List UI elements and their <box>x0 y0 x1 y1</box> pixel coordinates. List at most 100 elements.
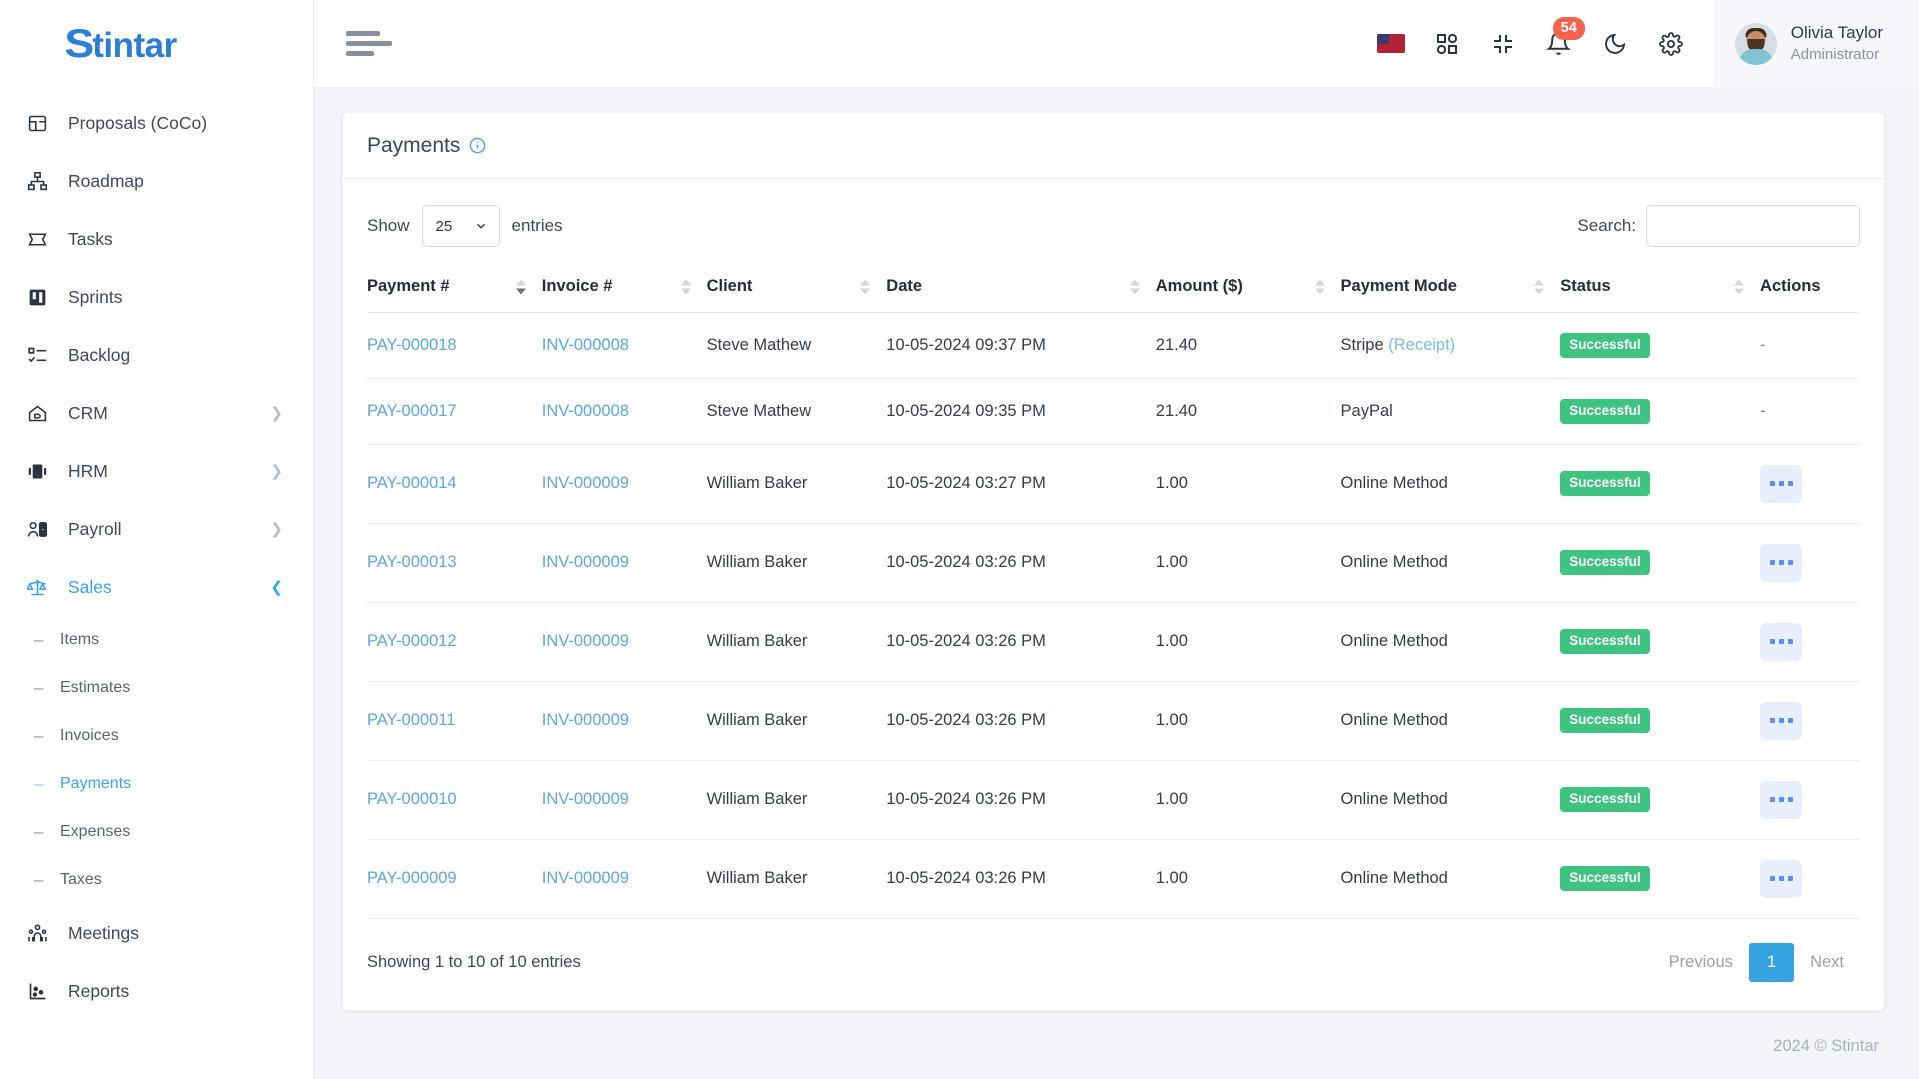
cell-invoice: INV-000009 <box>541 523 707 603</box>
pagination: Previous 1 Next <box>1653 942 1860 982</box>
card-header: Payments <box>343 113 1884 179</box>
column-header-payment-mode[interactable]: Payment Mode <box>1340 261 1561 313</box>
sidebar-item-label: Sprints <box>68 286 123 307</box>
invoice-link[interactable]: INV-000009 <box>542 632 629 650</box>
cell-invoice: INV-000008 <box>541 312 707 379</box>
sort-toggle-payment[interactable] <box>515 279 526 294</box>
proposals-icon <box>22 111 52 135</box>
page-length-control: Show 25 entries <box>367 205 563 247</box>
settings-button[interactable] <box>1643 16 1699 72</box>
sort-toggle-status[interactable] <box>1734 279 1745 294</box>
fullscreen-exit-icon[interactable] <box>1475 16 1531 72</box>
invoice-link[interactable]: INV-000009 <box>542 869 629 887</box>
payment-link[interactable]: PAY-000014 <box>367 474 457 492</box>
sidebar-item-roadmap[interactable]: Roadmap <box>0 152 313 210</box>
row-actions-button[interactable] <box>1760 780 1803 819</box>
sidebar-item-sprints[interactable]: Sprints <box>0 268 313 326</box>
sort-toggle-amount[interactable] <box>1314 279 1325 294</box>
invoice-link[interactable]: INV-000009 <box>542 474 629 492</box>
pagination-page-1[interactable]: 1 <box>1748 942 1795 982</box>
info-circle-icon[interactable] <box>469 137 486 154</box>
payment-link[interactable]: PAY-000017 <box>367 402 457 420</box>
brand-logo[interactable]: Stintar <box>0 0 313 88</box>
theme-toggle[interactable] <box>1587 16 1643 72</box>
apps-grid-icon[interactable] <box>1419 16 1475 72</box>
language-selector[interactable] <box>1363 16 1419 72</box>
sales-icon <box>22 575 52 599</box>
invoice-link[interactable]: INV-000009 <box>542 790 629 808</box>
reports-icon <box>22 979 52 1003</box>
sidebar-subitem-expenses[interactable]: – Expenses <box>0 808 313 856</box>
cell-amount: 21.40 <box>1155 378 1341 445</box>
hrm-icon <box>22 459 52 483</box>
status-badge: Successful <box>1560 787 1650 813</box>
sidebar-item-backlog[interactable]: Backlog <box>0 326 313 384</box>
us-flag-icon <box>1376 34 1405 53</box>
cell-status: Successful <box>1560 681 1761 761</box>
search-input[interactable] <box>1646 205 1860 247</box>
table-row: PAY-000014 INV-000009 William Baker 10-0… <box>367 444 1860 524</box>
sidebar-nav: Proposals (CoCo) Roadmap Tasks Sprints B… <box>0 88 313 1020</box>
chevron-right-icon: ❯ <box>270 404 283 422</box>
table-header-row: Payment # Invoice # Client Date Amount (… <box>367 261 1860 313</box>
column-header-status[interactable]: Status <box>1560 261 1761 313</box>
gear-icon <box>1658 31 1683 56</box>
cell-actions <box>1760 681 1860 761</box>
payment-link[interactable]: PAY-000011 <box>367 711 455 729</box>
payment-link[interactable]: PAY-000013 <box>367 553 457 571</box>
column-header-amount[interactable]: Amount ($) <box>1155 261 1341 313</box>
user-menu[interactable]: Olivia Taylor Administrator <box>1712 0 1919 88</box>
column-label: Status <box>1560 277 1611 295</box>
cell-amount: 21.40 <box>1155 312 1341 379</box>
column-header-client[interactable]: Client <box>706 261 887 313</box>
sidebar-item-reports[interactable]: Reports <box>0 962 313 1020</box>
notifications-button[interactable]: 54 <box>1531 16 1587 72</box>
sort-toggle-date[interactable] <box>1129 279 1140 294</box>
column-header-payment[interactable]: Payment # <box>367 261 542 313</box>
receipt-link[interactable]: (Receipt) <box>1388 336 1455 354</box>
sidebar-subitem-invoices[interactable]: – Invoices <box>0 712 313 760</box>
row-actions-button[interactable] <box>1760 622 1803 661</box>
pagination-next[interactable]: Next <box>1794 943 1860 982</box>
page-size-value: 25 <box>435 217 453 235</box>
invoice-link[interactable]: INV-000008 <box>542 336 629 354</box>
sidebar-subitem-estimates[interactable]: – Estimates <box>0 664 313 712</box>
payment-link[interactable]: PAY-000009 <box>367 869 457 887</box>
column-header-invoice[interactable]: Invoice # <box>541 261 707 313</box>
invoice-link[interactable]: INV-000009 <box>542 711 629 729</box>
payment-link[interactable]: PAY-000012 <box>367 632 457 650</box>
invoice-link[interactable]: INV-000009 <box>542 553 629 571</box>
sidebar-subitem-payments[interactable]: – Payments <box>0 760 313 808</box>
cell-client: William Baker <box>706 760 887 840</box>
hamburger-icon[interactable] <box>346 31 392 56</box>
row-actions-button[interactable] <box>1760 543 1803 582</box>
sidebar-item-proposals[interactable]: Proposals (CoCo) <box>0 94 313 152</box>
cell-actions <box>1760 602 1860 682</box>
row-actions-button[interactable] <box>1760 701 1803 740</box>
sort-toggle-payment-mode[interactable] <box>1534 279 1545 294</box>
invoice-link[interactable]: INV-000008 <box>542 402 629 420</box>
sidebar-item-payroll[interactable]: Payroll ❯ <box>0 500 313 558</box>
row-actions-button[interactable] <box>1760 859 1803 898</box>
main-area: 54 Olivia Taylor Administrator Payments … <box>314 0 1919 1079</box>
entries-label: entries <box>511 216 563 235</box>
payment-link[interactable]: PAY-000010 <box>367 790 457 808</box>
sidebar-item-sales[interactable]: Sales ❮ <box>0 558 313 616</box>
sidebar-subitem-taxes[interactable]: – Taxes <box>0 856 313 904</box>
column-label: Client <box>706 277 753 295</box>
sidebar-subitem-items[interactable]: – Items <box>0 616 313 664</box>
sidebar-item-tasks[interactable]: Tasks <box>0 210 313 268</box>
row-actions-button[interactable] <box>1760 464 1803 503</box>
column-header-date[interactable]: Date <box>886 261 1156 313</box>
cell-payment-mode: Online Method <box>1340 602 1561 682</box>
sidebar-item-crm[interactable]: CRM ❯ <box>0 384 313 442</box>
sidebar-item-hrm[interactable]: HRM ❯ <box>0 442 313 500</box>
sidebar-item-meetings[interactable]: Meetings <box>0 904 313 962</box>
sort-toggle-invoice[interactable] <box>680 279 691 294</box>
sort-toggle-client[interactable] <box>860 279 871 294</box>
payment-link[interactable]: PAY-000018 <box>367 336 457 354</box>
pagination-previous[interactable]: Previous <box>1653 943 1749 982</box>
page-size-select[interactable]: 25 <box>421 205 500 247</box>
table-row: PAY-000009 INV-000009 William Baker 10-0… <box>367 839 1860 919</box>
user-name: Olivia Taylor <box>1790 22 1883 42</box>
